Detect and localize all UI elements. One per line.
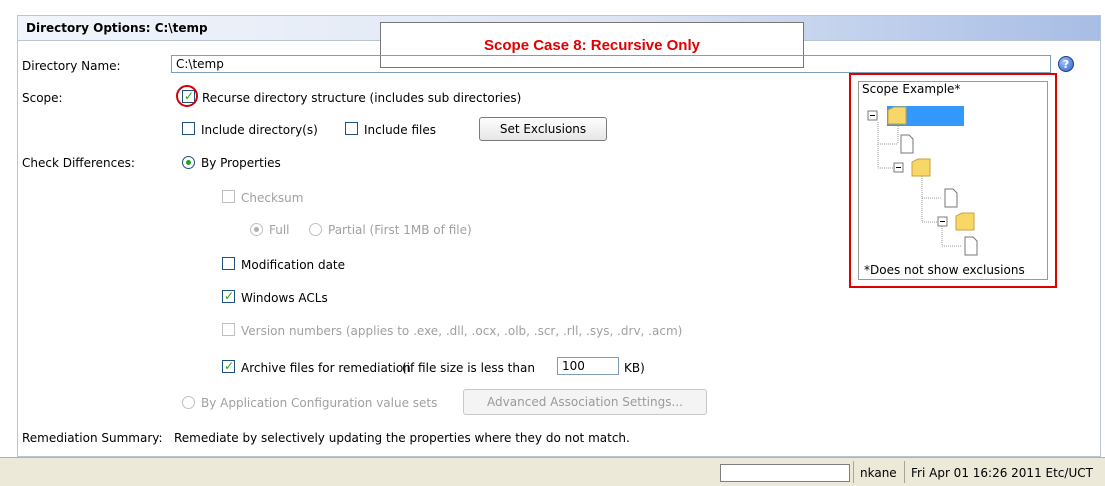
file-icon (900, 134, 914, 154)
directory-name-value: C:\temp (176, 57, 224, 71)
collapse-toggle-icon[interactable] (893, 162, 904, 173)
archive-label: Archive files for remediation (241, 361, 411, 375)
scope-tree-diagram (867, 106, 978, 256)
file-icon (964, 236, 978, 256)
windows-acls-label: Windows ACLs (241, 291, 328, 305)
archive-checkbox[interactable]: ✓ (222, 359, 235, 373)
panel-title: Directory Options: C:\temp (26, 21, 208, 35)
scope-example-footnote: *Does not show exclusions (864, 263, 1025, 277)
status-separator (904, 461, 905, 483)
radio-selected-dot (254, 227, 259, 232)
collapse-toggle-icon[interactable] (937, 216, 948, 227)
radio-selected-dot (186, 160, 191, 165)
archive-condition-label: (if file size is less than (402, 361, 535, 375)
partial-label: Partial (First 1MB of file) (328, 223, 472, 237)
callout-text: Scope Case 8: Recursive Only (484, 37, 700, 54)
include-directories-checkbox[interactable] (182, 122, 195, 135)
status-datetime: Fri Apr 01 16:26 2011 Etc/UCT (911, 466, 1093, 480)
include-directories-label: Include directory(s) (201, 123, 318, 137)
checkmark-icon: ✓ (224, 359, 235, 373)
application-window: Directory Options: C:\temp Scope Case 8:… (0, 0, 1105, 486)
partial-radio[interactable] (309, 223, 322, 236)
remediation-summary-text: Remediate by selectively updating the pr… (174, 431, 630, 445)
folder-icon (911, 158, 931, 177)
checksum-checkbox[interactable] (222, 190, 235, 203)
folder-icon (955, 212, 975, 231)
remediation-summary-label: Remediation Summary: (22, 431, 163, 445)
version-numbers-checkbox[interactable] (222, 323, 235, 336)
recurse-highlight-circle (176, 85, 198, 107)
full-label: Full (269, 223, 290, 237)
directory-name-field[interactable]: C:\temp (171, 55, 1051, 73)
by-properties-label: By Properties (201, 156, 281, 170)
status-input-field[interactable] (720, 464, 850, 482)
collapse-toggle-icon[interactable] (867, 110, 878, 121)
app-config-label: By Application Configuration value sets (201, 396, 438, 410)
set-exclusions-button[interactable]: Set Exclusions (479, 117, 607, 141)
include-files-label: Include files (364, 123, 437, 137)
check-differences-label: Check Differences: (22, 156, 135, 170)
modification-date-checkbox[interactable] (222, 257, 235, 270)
file-icon (944, 188, 958, 208)
full-radio[interactable] (250, 223, 263, 236)
include-files-checkbox[interactable] (345, 122, 358, 135)
directory-name-label: Directory Name: (22, 59, 121, 73)
advanced-association-settings-button[interactable]: Advanced Association Settings... (463, 389, 707, 415)
modification-date-label: Modification date (241, 258, 346, 272)
archive-size-field[interactable]: 100 (557, 357, 619, 375)
checksum-label: Checksum (241, 191, 304, 205)
scope-label: Scope: (22, 91, 63, 105)
checkmark-icon: ✓ (224, 289, 235, 303)
scope-example-title: Scope Example* (862, 82, 961, 96)
status-separator (853, 461, 854, 483)
windows-acls-checkbox[interactable]: ✓ (222, 289, 235, 303)
app-config-radio[interactable] (182, 396, 195, 409)
folder-icon (887, 106, 907, 125)
tree-connector-lines (877, 122, 962, 247)
by-properties-radio[interactable] (182, 156, 195, 169)
archive-unit-label: KB) (624, 361, 645, 375)
help-icon[interactable]: ? (1058, 56, 1074, 72)
version-numbers-label: Version numbers (applies to .exe, .dll, … (241, 324, 683, 338)
status-bar: nkane Fri Apr 01 16:26 2011 Etc/UCT (0, 457, 1105, 486)
recurse-label: Recurse directory structure (includes su… (202, 91, 522, 105)
status-user: nkane (860, 466, 897, 480)
archive-size-value: 100 (562, 359, 585, 373)
